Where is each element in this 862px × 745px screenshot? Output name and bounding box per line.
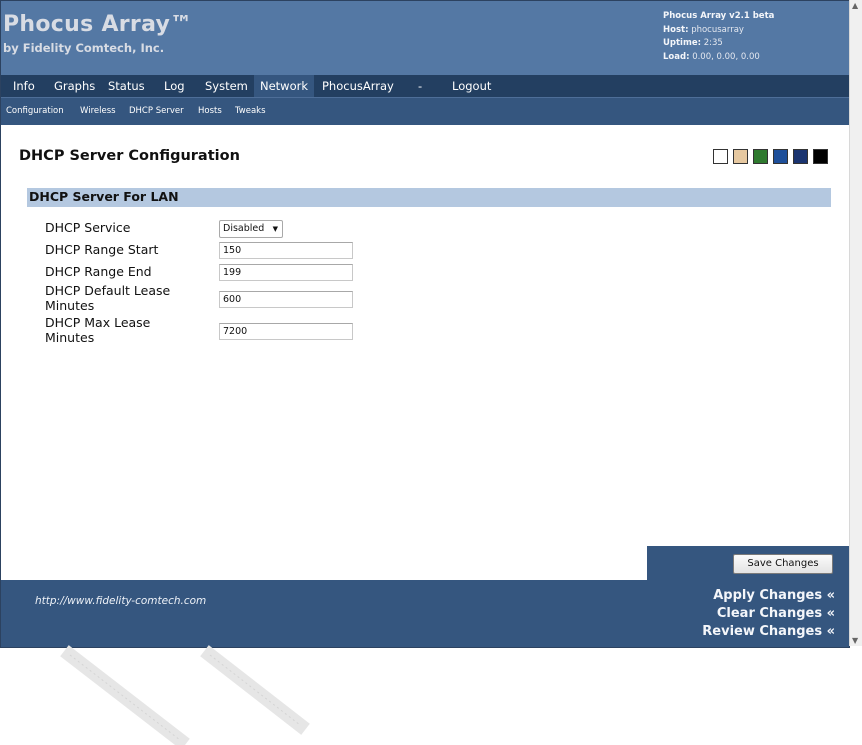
nav-system[interactable]: System — [199, 75, 254, 97]
host-value: phocusarray — [691, 24, 744, 35]
nav-graphs[interactable]: Graphs — [48, 75, 101, 97]
load-label: Load: — [663, 51, 690, 62]
nav-separator: - — [418, 79, 423, 93]
subnav-configuration[interactable]: Configuration — [6, 98, 64, 125]
range-end-label: DHCP Range End — [45, 264, 152, 279]
max-lease-label-line2: Minutes — [45, 330, 95, 345]
browser-frame: Phocus Array™ by Fidelity Comtech, Inc. … — [0, 0, 850, 648]
section-title: DHCP Server For LAN — [29, 189, 179, 204]
subnav-dhcp-server[interactable]: DHCP Server — [129, 98, 184, 125]
max-lease-input[interactable]: 7200 — [219, 323, 353, 340]
footer-url-link[interactable]: http://www.fidelity-comtech.com — [35, 595, 206, 607]
range-end-input[interactable]: 199 — [219, 264, 353, 281]
main-nav: Info Graphs Status Log System Network Ph… — [1, 75, 849, 98]
nav-info[interactable]: Info — [7, 75, 41, 97]
footer: http://www.fidelity-comtech.com Apply Ch… — [1, 580, 849, 647]
brand-title: Phocus Array™ — [3, 12, 193, 37]
dhcp-service-label: DHCP Service — [45, 220, 131, 235]
nav-log[interactable]: Log — [158, 75, 191, 97]
swatch-green[interactable] — [753, 149, 768, 164]
dropdown-arrow-icon: ▼ — [272, 225, 278, 233]
swatch-navy[interactable] — [793, 149, 808, 164]
swatch-white[interactable] — [713, 149, 728, 164]
host-label: Host: — [663, 24, 689, 35]
nav-logout[interactable]: Logout — [446, 75, 497, 97]
dhcp-service-select[interactable]: Disabled ▼ — [219, 220, 283, 238]
max-lease-label-line1: DHCP Max Lease — [45, 315, 151, 330]
clear-changes-link[interactable]: Clear Changes « — [717, 606, 835, 621]
scroll-up-icon[interactable]: ▲ — [852, 1, 858, 10]
status-panel: Phocus Array v2.1 beta Host: phocusarray… — [663, 10, 774, 64]
swatch-tan[interactable] — [733, 149, 748, 164]
swatch-blue[interactable] — [773, 149, 788, 164]
vertical-scrollbar[interactable]: ▲ ▼ — [849, 0, 862, 646]
scroll-down-icon[interactable]: ▼ — [852, 636, 858, 645]
range-start-input[interactable]: 150 — [219, 242, 353, 259]
save-changes-button[interactable]: Save Changes — [733, 554, 833, 574]
version-text: Phocus Array v2.1 beta — [663, 11, 775, 21]
default-lease-input[interactable]: 600 — [219, 291, 353, 308]
default-lease-label-line2: Minutes — [45, 298, 95, 313]
range-start-label: DHCP Range Start — [45, 242, 159, 257]
max-lease-label: DHCP Max Lease Minutes — [45, 315, 150, 345]
review-changes-link[interactable]: Review Changes « — [702, 624, 835, 639]
subnav-wireless[interactable]: Wireless — [80, 98, 116, 125]
watermark-logo — [60, 645, 310, 745]
save-bar: Save Changes — [647, 546, 849, 580]
apply-changes-link[interactable]: Apply Changes « — [713, 588, 835, 603]
swatch-black[interactable] — [813, 149, 828, 164]
load-value: 0.00, 0.00, 0.00 — [692, 51, 760, 62]
dhcp-service-value: Disabled — [223, 223, 265, 234]
page-title: DHCP Server Configuration — [19, 148, 240, 164]
nav-status[interactable]: Status — [102, 75, 151, 97]
header: Phocus Array™ by Fidelity Comtech, Inc. … — [1, 1, 849, 75]
subnav-tweaks[interactable]: Tweaks — [235, 98, 266, 125]
default-lease-label: DHCP Default Lease Minutes — [45, 283, 170, 313]
subnav-hosts[interactable]: Hosts — [198, 98, 222, 125]
section-header: DHCP Server For LAN — [27, 188, 831, 207]
default-lease-label-line1: DHCP Default Lease — [45, 283, 171, 298]
uptime-value: 2:35 — [703, 38, 723, 48]
nav-network[interactable]: Network — [254, 75, 315, 97]
nav-phocusarray[interactable]: PhocusArray — [316, 75, 400, 97]
uptime-label: Uptime: — [663, 38, 701, 48]
sub-nav: Configuration Wireless DHCP Server Hosts… — [1, 98, 849, 125]
brand-subtitle: by Fidelity Comtech, Inc. — [3, 41, 165, 55]
